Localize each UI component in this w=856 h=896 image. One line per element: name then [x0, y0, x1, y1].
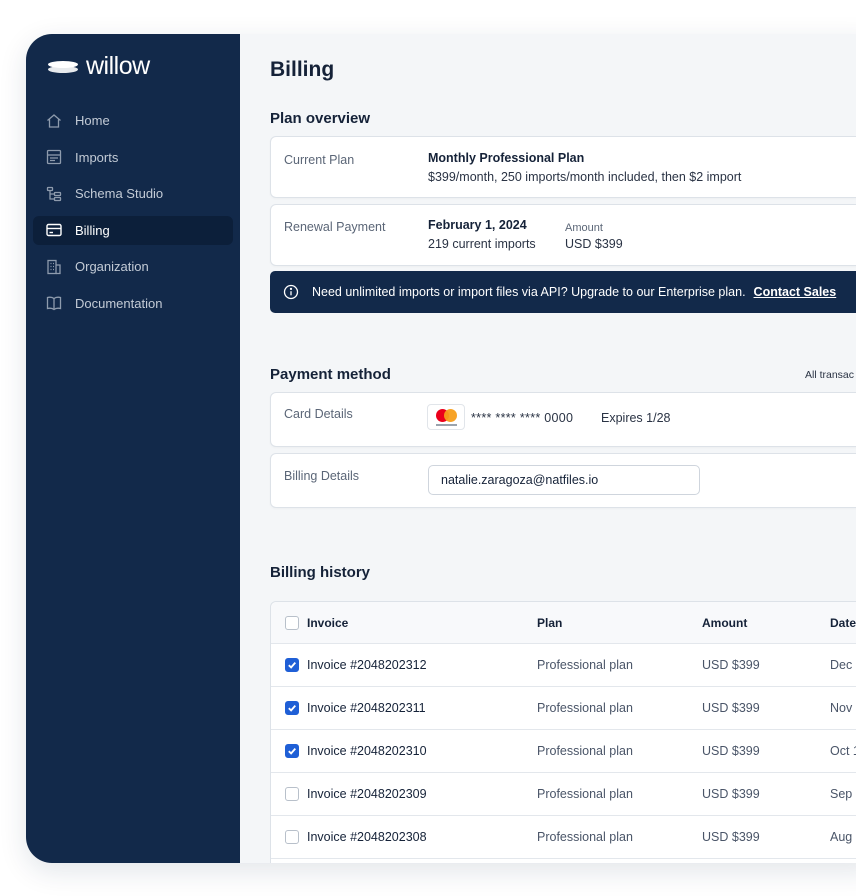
billing-email-field[interactable] [428, 465, 700, 495]
checkmark-icon [288, 705, 296, 712]
invoice-amount: USD $399 [702, 744, 760, 758]
info-icon [283, 284, 299, 300]
table-row[interactable]: Invoice #2048202312 Professional plan US… [271, 644, 856, 687]
invoice-date: Nov [830, 701, 853, 715]
column-header-date[interactable]: Date [830, 616, 856, 630]
invoice-number: Invoice #2048202310 [307, 744, 427, 758]
invoice-number: Invoice #2048202311 [307, 701, 426, 715]
current-plan-card: Current Plan Monthly Professional Plan $… [270, 136, 856, 198]
plan-overview-title: Plan overview [270, 110, 371, 127]
row-checkbox[interactable] [285, 830, 299, 844]
invoice-number: Invoice #2048202308 [307, 830, 427, 844]
sidebar-item-documentation[interactable]: Documentation [33, 289, 233, 318]
card-details-label: Card Details [284, 407, 353, 421]
invoice-plan: Professional plan [537, 701, 633, 715]
invoice-plan: Professional plan [537, 744, 633, 758]
invoice-date: Aug [830, 830, 853, 844]
row-checkbox[interactable] [285, 787, 299, 801]
plan-description: $399/month, 250 imports/month included, … [428, 170, 742, 184]
checkmark-icon [288, 748, 296, 755]
column-header-invoice[interactable]: Invoice [307, 616, 348, 630]
upgrade-banner: Need unlimited imports or import files v… [270, 271, 856, 313]
renewal-date: February 1, 2024 [428, 218, 527, 232]
building-icon [45, 258, 63, 276]
sidebar-item-billing[interactable]: Billing [33, 215, 233, 245]
sidebar-item-label: Schema Studio [75, 186, 164, 202]
invoice-amount: USD $399 [702, 658, 760, 672]
row-checkbox[interactable] [285, 744, 299, 758]
table-row[interactable]: Invoice #2048202310 Professional plan US… [271, 730, 856, 773]
sidebar-item-label: Home [75, 113, 110, 128]
sidebar-item-label: Documentation [75, 295, 163, 311]
sidebar-item-label: Billing [75, 222, 110, 238]
amount-label: Amount [565, 222, 603, 234]
billing-history-table: Invoice Plan Amount Date Invoice #204820… [270, 601, 856, 863]
invoice-number: Invoice #2048202309 [307, 787, 427, 801]
renewal-payment-card: Renewal Payment February 1, 2024 219 cur… [270, 204, 856, 266]
sidebar: willow Home Imports Schema Studio Billin… [26, 34, 240, 863]
select-all-checkbox[interactable] [285, 615, 299, 630]
main-content: Billing Plan overview Current Plan Month… [240, 34, 856, 863]
sidebar-nav: Home Imports Schema Studio Billing Organ… [33, 106, 233, 326]
renewal-payment-label: Renewal Payment [284, 220, 386, 234]
row-checkbox[interactable] [285, 701, 299, 715]
invoice-date: Sep [830, 787, 853, 801]
invoice-amount: USD $399 [702, 701, 760, 715]
card-expiry: Expires 1/28 [601, 411, 671, 425]
app-window: willow Home Imports Schema Studio Billin… [26, 34, 856, 863]
book-icon [45, 294, 63, 312]
invoice-plan: Professional plan [537, 658, 633, 672]
invoice-number: Invoice #2048202312 [307, 658, 427, 672]
all-transactions-link[interactable]: All transac [805, 369, 854, 381]
billing-details-card: Billing Details [270, 453, 856, 508]
table-row[interactable]: Invoice #2048202311 Professional plan US… [271, 687, 856, 730]
column-header-plan[interactable]: Plan [537, 616, 562, 630]
current-plan-label: Current Plan [284, 153, 355, 167]
table-row[interactable]: Invoice #2048202309 Professional plan US… [271, 773, 856, 816]
sidebar-item-label: Imports [75, 149, 119, 165]
sidebar-item-organization[interactable]: Organization [33, 252, 233, 281]
credit-card-icon [45, 221, 63, 239]
invoice-plan: Professional plan [537, 830, 633, 844]
table-row[interactable]: Invoice #2048202308 Professional plan US… [271, 816, 856, 859]
payment-method-title: Payment method [270, 366, 391, 383]
checkmark-icon [288, 662, 296, 669]
invoice-amount: USD $399 [702, 787, 760, 801]
schema-icon [45, 185, 63, 203]
plan-name: Monthly Professional Plan [428, 151, 585, 165]
row-checkbox[interactable] [285, 658, 299, 672]
card-number: **** **** **** 0000 [471, 411, 574, 425]
home-icon [45, 112, 63, 130]
brand-name: willow [86, 52, 150, 80]
column-header-amount[interactable]: Amount [702, 616, 747, 630]
billing-history-title: Billing history [270, 564, 371, 581]
invoice-date: Oct 1 [830, 744, 856, 758]
contact-sales-link[interactable]: Contact Sales [754, 285, 837, 299]
sidebar-item-home[interactable]: Home [33, 106, 233, 135]
sidebar-item-imports[interactable]: Imports [33, 143, 233, 172]
upgrade-banner-text: Need unlimited imports or import files v… [312, 285, 746, 299]
invoice-amount: USD $399 [702, 830, 760, 844]
invoice-plan: Professional plan [537, 787, 633, 801]
renewal-amount: USD $399 [565, 237, 623, 251]
sidebar-item-label: Organization [75, 259, 149, 275]
invoice-date: Dec [830, 658, 853, 672]
page-title: Billing [270, 58, 335, 81]
mastercard-icon [427, 404, 465, 430]
willow-logo-icon [48, 59, 78, 75]
brand-logo[interactable]: willow [48, 52, 150, 81]
imports-icon [45, 148, 63, 166]
table-header: Invoice Plan Amount Date [271, 602, 856, 644]
billing-details-label: Billing Details [284, 469, 360, 483]
sidebar-item-schema-studio[interactable]: Schema Studio [33, 179, 233, 208]
card-details-card: Card Details **** **** **** 0000 Expires… [270, 392, 856, 447]
current-imports-count: 219 current imports [428, 237, 536, 251]
